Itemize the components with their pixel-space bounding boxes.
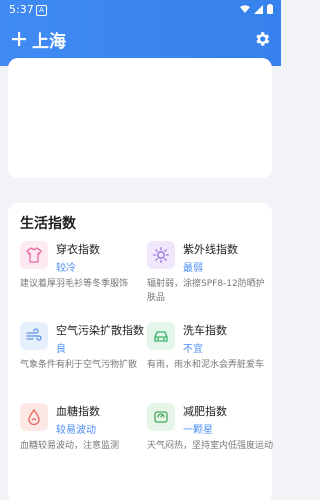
sun-icon xyxy=(147,241,175,269)
life-item-clothing[interactable]: 穿衣指数 较冷 建议着厚羽毛衫等冬季服饰 xyxy=(20,241,146,321)
item-desc: 有雨，雨水和泥水会弄脏爱车 xyxy=(147,360,265,370)
wind-icon xyxy=(20,322,48,350)
life-index-card: 生活指数 穿衣指数 较冷 建议着厚羽毛衫等冬季服饰 紫外线指数 最弱 辐射弱，涂… xyxy=(8,203,273,500)
city-title[interactable]: 上海 xyxy=(32,27,66,52)
life-index-title: 生活指数 xyxy=(20,216,76,232)
item-name: 紫外线指数 xyxy=(183,243,238,256)
car-icon xyxy=(147,322,175,350)
item-level: 良 xyxy=(56,344,66,355)
life-item-carwash[interactable]: 洗车指数 不宜 有雨，雨水和泥水会弄脏爱车 xyxy=(147,322,273,402)
item-name: 血糖指数 xyxy=(56,405,100,418)
plus-icon[interactable] xyxy=(10,30,28,48)
item-desc: 辐射弱，涂擦SPF8-12防晒护肤品 xyxy=(147,279,265,303)
item-name: 空气污染扩散指数 xyxy=(56,324,144,337)
screen: 5:37 A 上海 生活指数 穿衣指数 较冷 建议着厚羽毛衫等冬季服饰 紫外线指… xyxy=(0,0,281,500)
wifi-icon xyxy=(240,4,250,13)
status-bar: 5:37 A xyxy=(0,0,281,20)
item-name: 减肥指数 xyxy=(183,405,227,418)
signal-icon xyxy=(254,4,263,14)
item-level: 最弱 xyxy=(183,263,203,274)
item-desc: 建议着厚羽毛衫等冬季服饰 xyxy=(20,279,129,289)
status-icons xyxy=(240,4,273,14)
life-item-bloodsugar[interactable]: 血糖指数 较易波动 血糖较易波动，注意监测 xyxy=(20,403,146,483)
item-level: 不宜 xyxy=(183,344,203,355)
status-time: 5:37 xyxy=(9,3,34,16)
forecast-card xyxy=(8,58,272,178)
item-desc: 天气闷热，坚持室内低强度运动 xyxy=(147,441,274,451)
header: 5:37 A 上海 xyxy=(0,0,281,66)
item-desc: 气象条件有利于空气污物扩散 xyxy=(20,360,138,370)
blood-drop-icon xyxy=(20,403,48,431)
gear-icon[interactable] xyxy=(253,30,271,48)
item-desc: 血糖较易波动，注意监测 xyxy=(20,441,120,451)
top-bar: 上海 xyxy=(0,26,281,56)
item-level: 一颗星 xyxy=(183,425,213,436)
life-item-air[interactable]: 空气污染扩散指数 良 气象条件有利于空气污物扩散 xyxy=(20,322,146,402)
shirt-icon xyxy=(20,241,48,269)
scale-icon xyxy=(147,403,175,431)
battery-icon xyxy=(267,4,273,14)
life-item-weightloss[interactable]: 减肥指数 一颗星 天气闷热，坚持室内低强度运动 xyxy=(147,403,273,483)
item-name: 穿衣指数 xyxy=(56,243,100,256)
notification-badge: A xyxy=(36,5,47,16)
item-level: 较冷 xyxy=(56,263,76,274)
item-level: 较易波动 xyxy=(56,425,96,436)
item-name: 洗车指数 xyxy=(183,324,227,337)
life-item-uv[interactable]: 紫外线指数 最弱 辐射弱，涂擦SPF8-12防晒护肤品 xyxy=(147,241,273,321)
